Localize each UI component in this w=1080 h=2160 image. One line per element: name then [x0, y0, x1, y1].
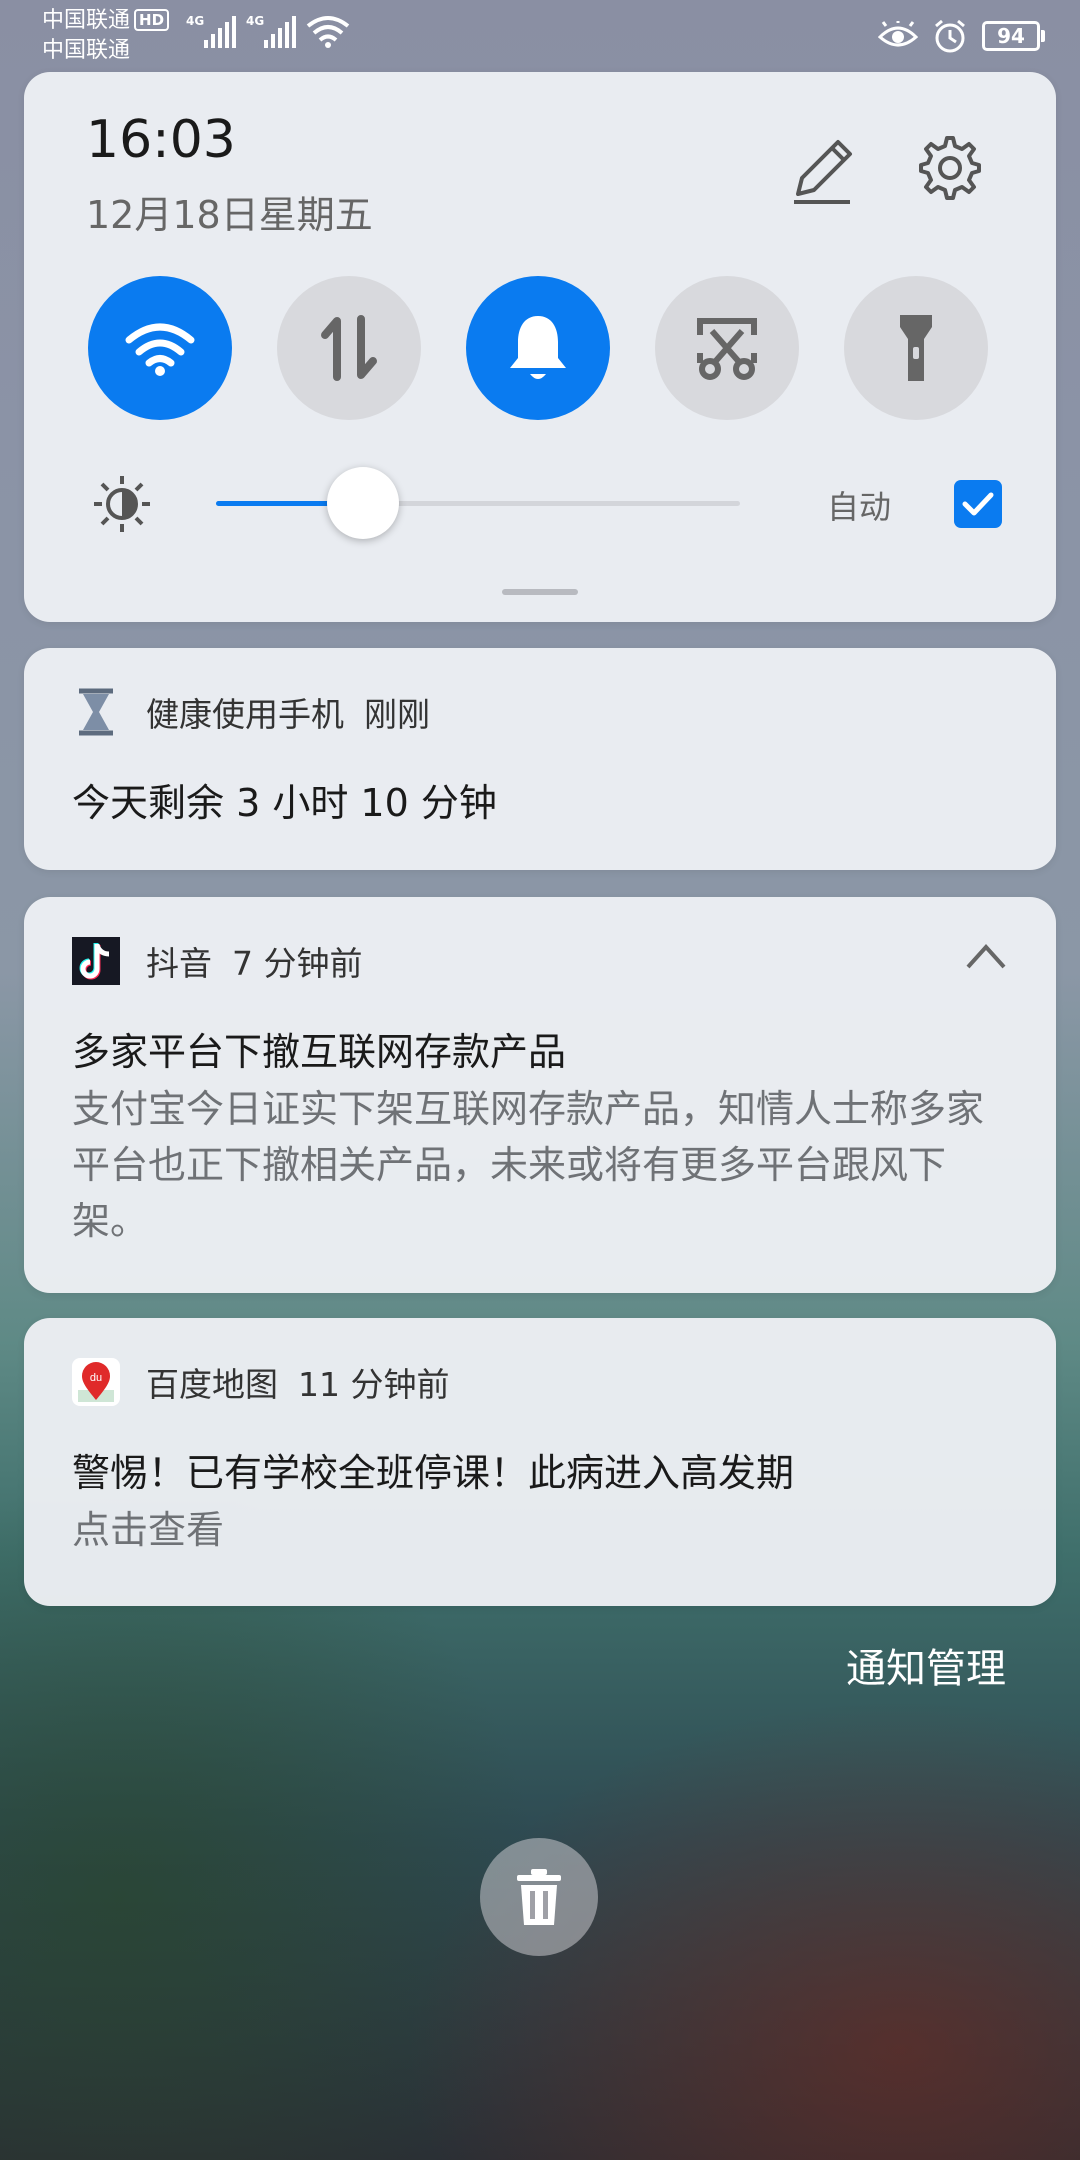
notification-title: 今天剩余 3 小时 10 分钟	[72, 781, 497, 825]
brightness-slider-thumb[interactable]	[326, 467, 399, 539]
notification-header: du 百度地图 11 分钟前	[72, 1358, 449, 1406]
checkmark-icon	[962, 492, 994, 516]
clock-date[interactable]: 12月18日星期五	[86, 184, 373, 239]
carrier-2: 中国联通	[42, 38, 131, 63]
carrier-info: 中国联通 HD 中国联通	[42, 6, 170, 66]
svg-text:du: du	[90, 1372, 102, 1384]
screenshot-scissors-icon	[697, 318, 757, 380]
notification-manage-link[interactable]: 通知管理	[846, 1636, 1006, 1694]
screenshot-toggle[interactable]	[655, 276, 799, 420]
wifi-toggle[interactable]	[88, 276, 232, 420]
notification-header: 健康使用手机 刚刚	[72, 688, 430, 736]
edit-icon[interactable]	[784, 132, 860, 208]
clear-all-button[interactable]	[480, 1838, 598, 1956]
quick-settings-panel: 16:03 12月18日星期五 自动	[24, 72, 1056, 622]
notification-title: 多家平台下撤互联网存款产品	[72, 1030, 567, 1074]
baidu-map-icon: du	[72, 1358, 120, 1406]
status-icons-right: 94	[878, 18, 1045, 54]
wifi-icon	[306, 16, 350, 48]
notification-header: 抖音 7 分钟前	[72, 937, 363, 985]
alarm-icon	[935, 19, 965, 53]
battery-icon: 94	[982, 21, 1045, 51]
carrier-1: 中国联通 HD	[42, 6, 170, 36]
trash-icon	[517, 1869, 561, 1925]
auto-brightness-label: 自动	[827, 488, 892, 526]
data-transfer-icon	[321, 315, 377, 381]
notification-app-name: 抖音	[146, 944, 212, 983]
clock-time[interactable]: 16:03	[86, 110, 236, 170]
settings-icon[interactable]	[912, 130, 988, 206]
douyin-icon	[72, 937, 120, 985]
notification-card[interactable]: 健康使用手机 刚刚 今天剩余 3 小时 10 分钟	[24, 648, 1056, 870]
notification-card[interactable]: du 百度地图 11 分钟前 警惕！已有学校全班停课！此病进入高发期 点击查看	[24, 1318, 1056, 1606]
chevron-up-icon[interactable]	[964, 941, 1008, 971]
mobile-data-toggle[interactable]	[277, 276, 421, 420]
notification-title: 警惕！已有学校全班停课！此病进入高发期	[72, 1451, 795, 1495]
bell-icon	[510, 316, 566, 379]
notification-app-name: 健康使用手机	[146, 695, 344, 734]
sound-toggle[interactable]	[466, 276, 610, 420]
hourglass-icon	[72, 688, 120, 736]
eye-icon	[878, 21, 918, 47]
notification-app-name: 百度地图	[146, 1365, 278, 1404]
notification-body: 点击查看	[72, 1508, 225, 1552]
notification-body: 支付宝今日证实下架互联网存款产品，知情人士称多家平台也正下撤相关产品，未来或将有…	[72, 1087, 985, 1243]
notification-time: 刚刚	[364, 695, 430, 734]
brightness-slider[interactable]	[216, 467, 740, 539]
status-bar: 中国联通 HD 中国联通 4G 4G 94	[0, 0, 1080, 70]
notification-time: 11 分钟前	[298, 1365, 450, 1404]
flashlight-toggle[interactable]	[844, 276, 988, 420]
wifi-icon	[125, 323, 195, 376]
signal-icon: 4G	[246, 14, 296, 48]
notification-time: 7 分钟前	[232, 944, 363, 983]
signal-icon: 4G	[186, 14, 236, 48]
notification-card[interactable]: 抖音 7 分钟前 多家平台下撤互联网存款产品 支付宝今日证实下架互联网存款产品，…	[24, 897, 1056, 1293]
drag-handle[interactable]	[502, 589, 578, 595]
hd-badge: HD	[134, 9, 170, 31]
auto-brightness-checkbox[interactable]	[954, 480, 1002, 528]
flashlight-icon	[900, 315, 932, 381]
brightness-icon	[94, 476, 150, 532]
signal-indicators: 4G 4G	[186, 14, 350, 48]
